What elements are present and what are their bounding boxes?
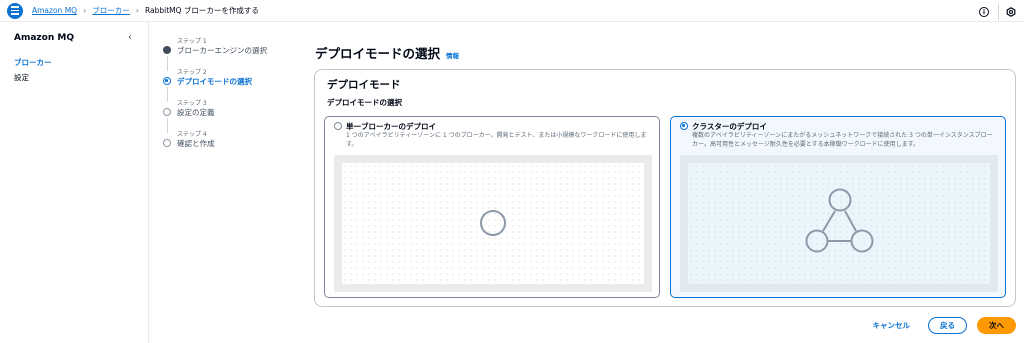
info-icon[interactable]: i: [979, 7, 989, 17]
chevron-right-icon: ›: [83, 6, 87, 15]
cancel-button[interactable]: キャンセル: [873, 320, 911, 331]
next-button[interactable]: 次へ: [977, 317, 1016, 334]
breadcrumb-amazon-mq[interactable]: Amazon MQ: [32, 6, 77, 15]
nav-item-configurations[interactable]: 設定: [14, 72, 29, 83]
nav-title[interactable]: Amazon MQ: [14, 33, 74, 43]
info-link[interactable]: 情報: [446, 50, 459, 60]
page-title: デプロイモードの選択 情報: [315, 43, 459, 62]
wizard-step-4: ステップ 4 確認と作成: [163, 129, 303, 160]
wizard-footer: キャンセル 戻る 次へ: [873, 317, 1016, 334]
settings-icon[interactable]: [1006, 7, 1016, 17]
step-pending-icon: [163, 108, 171, 116]
wizard-step-3: ステップ 3 設定の定義: [163, 98, 303, 133]
wizard-step-2: ステップ 2 デプロイモードの選択: [163, 67, 303, 102]
container-header: デプロイモード: [327, 79, 401, 91]
step-name: 確認と作成: [177, 139, 215, 148]
step-current-icon: [163, 77, 171, 85]
side-navigation: Amazon MQ ‹ ブローカー 設定: [0, 22, 149, 343]
page-title-text: デプロイモードの選択: [315, 46, 441, 61]
option-description: 1 つのアベイラビリティーゾーンに 1 つのブローカー。開発とテスト、または小規…: [346, 132, 647, 148]
wizard-steps: ステップ 1 ブローカーエンジンの選択 ステップ 2 デプロイモードの選択 ステ…: [163, 36, 303, 160]
field-label: デプロイモードの選択: [327, 98, 402, 107]
chevron-left-icon[interactable]: ‹: [128, 32, 132, 43]
menu-icon[interactable]: [7, 2, 23, 19]
option-description: 複数のアベイラビリティーゾーンにまたがるメッシュネットワークで接続された 3 つ…: [692, 132, 993, 148]
step-label: ステップ 2: [177, 69, 207, 76]
single-broker-option[interactable]: 単一ブローカーのデプロイ 1 つのアベイラビリティーゾーンに 1 つのブローカー…: [324, 116, 660, 298]
single-broker-node-icon: [480, 210, 506, 236]
radio-button-selected[interactable]: [680, 122, 688, 130]
single-broker-diagram: [334, 155, 652, 292]
step-label: ステップ 4: [177, 131, 207, 138]
cluster-nodes-icon: [805, 188, 874, 253]
cluster-option[interactable]: クラスターのデプロイ 複数のアベイラビリティーゾーンにまたがるメッシュネットワー…: [670, 116, 1006, 298]
deployment-mode-container: デプロイモード デプロイモードの選択 単一ブローカーのデプロイ 1 つのアベイラ…: [314, 69, 1016, 307]
step-name[interactable]: ブローカーエンジンの選択: [177, 45, 267, 56]
wizard-step-1[interactable]: ステップ 1 ブローカーエンジンの選択: [163, 36, 303, 71]
step-label: ステップ 1: [177, 38, 207, 45]
nav-item-brokers[interactable]: ブローカー: [14, 57, 52, 68]
back-button[interactable]: 戻る: [928, 317, 967, 334]
breadcrumb-brokers[interactable]: ブローカー: [92, 5, 130, 16]
breadcrumb: Amazon MQ › ブローカー › RabbitMQ ブローカーを作成する: [32, 5, 259, 16]
step-pending-icon: [163, 139, 171, 147]
radio-button[interactable]: [334, 122, 342, 130]
step-label: ステップ 3: [177, 100, 207, 107]
breadcrumb-current: RabbitMQ ブローカーを作成する: [144, 6, 259, 15]
chevron-right-icon: ›: [135, 6, 139, 15]
cluster-diagram: [680, 155, 998, 292]
divider: [998, 4, 999, 20]
top-navigation-bar: Amazon MQ › ブローカー › RabbitMQ ブローカーを作成する …: [0, 0, 1024, 22]
step-name: デプロイモードの選択: [177, 77, 252, 86]
step-completed-icon: [163, 46, 171, 54]
step-name: 設定の定義: [177, 108, 215, 117]
